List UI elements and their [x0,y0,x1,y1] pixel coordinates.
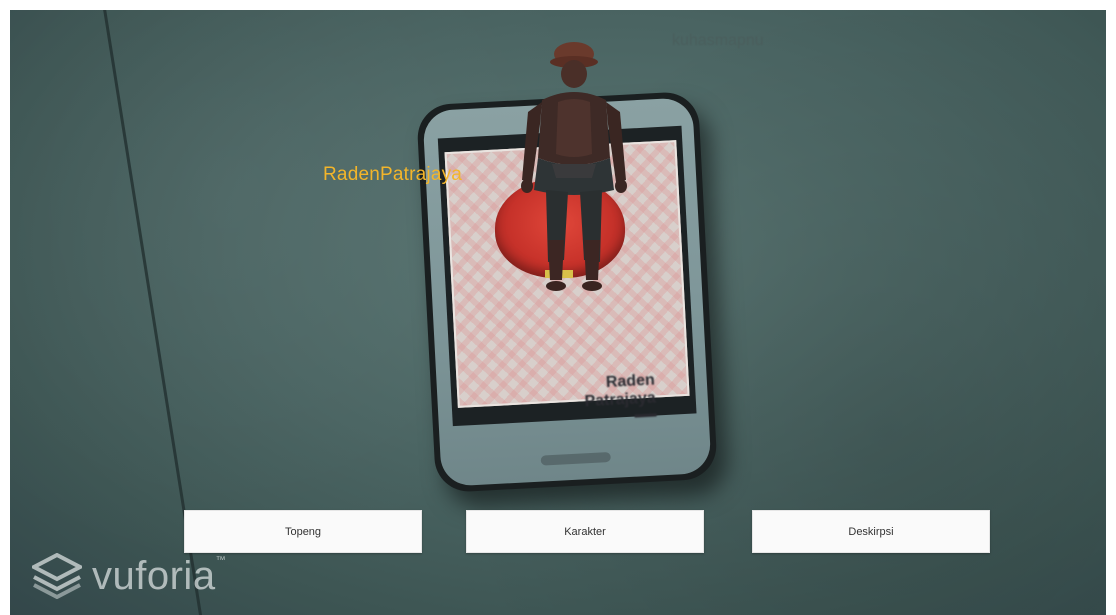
topeng-button[interactable]: Topeng [184,510,422,553]
vuforia-brand-text: vuforia™ [92,554,227,598]
vuforia-tm: ™ [215,555,227,566]
character-name-label: RadenPatrajaya [323,164,463,185]
deskripsi-button[interactable]: Deskirpsi [752,510,990,553]
vuforia-logo-icon [32,553,82,599]
screen-caption: Raden Patrajaya [583,372,657,421]
character-3d-model [521,42,627,291]
karakter-button[interactable]: Karakter [466,510,704,553]
screen-caption-line2: Patrajaya [584,389,657,411]
faint-background-text: kuhasmapnu [672,32,764,49]
vuforia-brand-word: vuforia [92,554,216,598]
vuforia-watermark: vuforia™ [32,553,226,599]
